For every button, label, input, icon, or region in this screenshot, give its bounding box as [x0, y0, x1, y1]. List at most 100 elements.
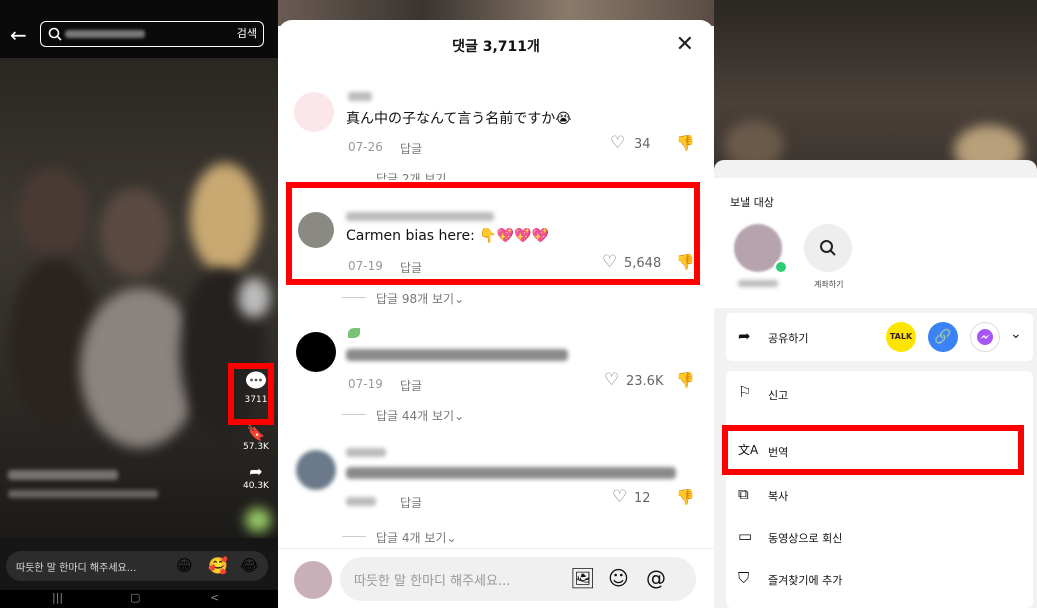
comment-placeholder: 따듯한 말 한마디 해주세요...	[16, 563, 137, 574]
back-nav-icon[interactable]: <	[210, 591, 219, 604]
comment-text: 真ん中の子なんて言う名前ですか😭	[346, 111, 572, 127]
copy-label: 복사	[768, 490, 789, 503]
dislike-icon[interactable]: 👎	[676, 371, 695, 389]
search-icon	[48, 27, 62, 41]
like-count: 23.6K	[626, 374, 664, 389]
grin-emoji-icon[interactable]: 😁	[176, 556, 193, 575]
copy-icon: ⧉	[738, 485, 749, 503]
divider	[342, 297, 366, 298]
comment-text-blurred	[346, 467, 676, 479]
contact-name-blurred	[738, 280, 778, 287]
online-badge	[774, 260, 788, 274]
username-blurred[interactable]	[348, 92, 372, 101]
person-center	[100, 188, 170, 278]
view-replies-link[interactable]: 답글 98개 보기⌄	[376, 290, 464, 307]
view-replies-link[interactable]: 답글 44개 보기⌄	[376, 407, 464, 424]
avatar[interactable]	[294, 92, 334, 132]
comments-title: 댓글 3,711개	[452, 39, 540, 55]
top-bar: ← 검색	[0, 16, 278, 58]
love-emoji-icon[interactable]: 🥰	[208, 556, 228, 575]
my-avatar	[294, 561, 332, 599]
caption-text-blurred	[8, 490, 158, 498]
caption-username-blurred	[8, 470, 118, 480]
creator-avatar[interactable]	[238, 278, 270, 318]
recents-nav-icon[interactable]: |||	[52, 591, 63, 604]
messenger-icon[interactable]	[970, 322, 1000, 352]
video-panel: ← 검색 3711 🔖 57.3K ➦ 40.3K 따듯한 말 한마디 해주세요…	[0, 0, 278, 608]
chevron-down-icon[interactable]: ⌄	[1010, 326, 1022, 342]
view-replies-link[interactable]: 답글 2개 보기⌄	[376, 170, 457, 180]
bookmark-count: 57.3K	[243, 442, 269, 452]
highlight-frame	[228, 363, 274, 425]
leaf-icon	[348, 328, 360, 338]
send-to-label: 보낼 대상	[730, 196, 774, 209]
bookmark-icon: 🔖	[246, 424, 266, 442]
share-arrow-icon: ➦	[249, 462, 263, 481]
favorite-label: 즐겨찾기에 추가	[768, 574, 843, 587]
comment-input[interactable]: 따듯한 말 한마디 해주세요... 🖼 ☺ @	[340, 557, 696, 601]
comment-placeholder: 따듯한 말 한마디 해주세요...	[354, 574, 511, 589]
search-button[interactable]: 검색	[237, 25, 257, 43]
search-contacts-button[interactable]	[804, 224, 852, 272]
bookmark-icon: ⛉	[738, 569, 750, 587]
reply-button[interactable]: 답글	[400, 494, 422, 511]
username-blurred[interactable]	[346, 448, 386, 457]
close-icon[interactable]: ✕	[676, 32, 694, 57]
comments-panel: 댓글 3,711개 ✕ 真ん中の子なんて言う名前ですか😭 07-26 답글 ♡ …	[278, 0, 714, 608]
share-button[interactable]: ➦ 40.3K	[236, 462, 276, 491]
avatar[interactable]	[296, 450, 336, 490]
video-reply-label: 동영상으로 회신	[768, 532, 843, 545]
search-query-blurred	[65, 30, 145, 38]
comment-date: 07-26	[348, 140, 383, 154]
reply-button[interactable]: 답글	[400, 377, 422, 394]
person-right	[190, 163, 260, 273]
mention-icon[interactable]: @	[646, 566, 666, 590]
video-background	[714, 0, 1037, 175]
person-left	[18, 168, 88, 258]
share-label: 공유하기	[768, 332, 809, 345]
favorite-item[interactable]: ⛉ 즐겨찾기에 추가	[726, 559, 1033, 599]
link-icon[interactable]: 🔗	[928, 322, 958, 352]
home-nav-icon[interactable]: ▢	[130, 591, 140, 604]
kakao-talk-icon[interactable]: TALK	[886, 322, 916, 352]
comment-date: 07-19	[348, 377, 383, 391]
search-input[interactable]: 검색	[40, 21, 264, 47]
view-replies-link[interactable]: 답글 4개 보기⌄	[376, 529, 457, 546]
comment-text-blurred	[346, 349, 568, 361]
highlight-frame	[722, 425, 1024, 475]
comments-sheet: 댓글 3,711개 ✕ 真ん中の子なんて言う名前ですか😭 07-26 답글 ♡ …	[278, 20, 714, 608]
heart-icon[interactable]: ♡	[612, 487, 627, 507]
emoji-icon[interactable]: ☺	[608, 566, 629, 590]
report-label: 신고	[768, 389, 789, 402]
heart-icon[interactable]: ♡	[610, 133, 625, 153]
avatar[interactable]	[296, 332, 336, 372]
share-arrow-icon: ➦	[738, 327, 751, 345]
comment-bar: 따듯한 말 한마디 해주세요... 🖼 ☺ @	[278, 548, 714, 608]
date-blurred	[346, 497, 376, 506]
like-count: 34	[634, 137, 651, 152]
status-bar	[0, 0, 278, 16]
video-reply-item[interactable]: ▭ 동영상으로 회신	[726, 517, 1033, 557]
action-menu: ⚐ 신고 文A 번역 ⧉ 복사 ▭ 동영상으로 회신 ⛉ 즐겨찾기에 추가	[726, 371, 1033, 608]
share-count: 40.3K	[243, 481, 269, 491]
heart-icon[interactable]: ♡	[604, 370, 619, 390]
bookmark-button[interactable]: 🔖 57.3K	[236, 424, 276, 452]
highlight-frame	[286, 182, 700, 285]
share-panel: 보낼 대상 계좌하기 ➦ 공유하기 TALK 🔗 ⌄ ⚐ 신고 文A 번역 ⧉ …	[714, 0, 1037, 608]
image-icon[interactable]: 🖼	[570, 566, 595, 590]
comment-input[interactable]: 따듯한 말 한마디 해주세요... 😁 🥰 😂	[6, 551, 268, 581]
report-item[interactable]: ⚐ 신고	[726, 371, 1033, 415]
search-icon	[820, 240, 836, 256]
copy-item[interactable]: ⧉ 복사	[726, 475, 1033, 515]
divider	[342, 414, 366, 415]
back-arrow-icon[interactable]: ←	[10, 24, 32, 46]
reply-button[interactable]: 답글	[400, 140, 422, 157]
share-row[interactable]: ➦ 공유하기 TALK 🔗 ⌄	[726, 313, 1033, 361]
system-nav-bar: ||| ▢ <	[0, 590, 278, 608]
dislike-icon[interactable]: 👎	[676, 488, 695, 506]
music-disc-icon[interactable]	[245, 508, 271, 532]
laugh-emoji-icon[interactable]: 😂	[240, 556, 259, 575]
flag-icon: ⚐	[738, 383, 752, 401]
video-frame[interactable]: 3711 🔖 57.3K ➦ 40.3K	[0, 58, 278, 538]
dislike-icon[interactable]: 👎	[676, 134, 695, 152]
